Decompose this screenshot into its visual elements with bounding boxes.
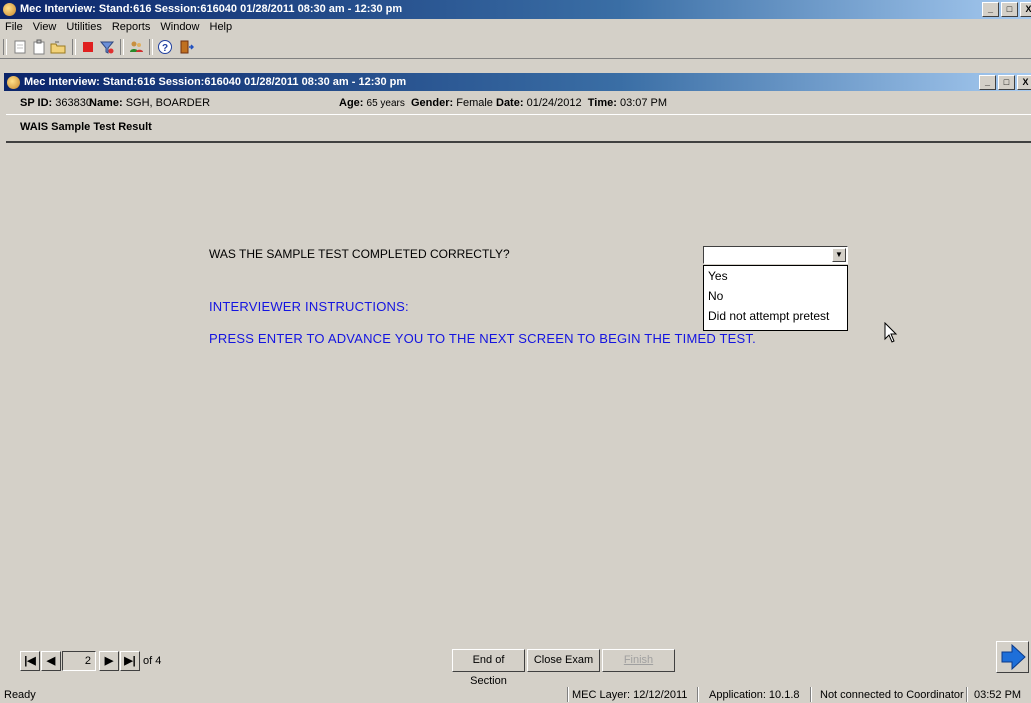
menu-file[interactable]: File	[0, 19, 28, 33]
section-title: WAIS Sample Test Result	[20, 121, 152, 133]
menu-view[interactable]: View	[28, 19, 62, 33]
new-icon[interactable]	[12, 39, 28, 55]
inner-minimize-button[interactable]: _	[979, 75, 996, 90]
first-page-button[interactable]: |◀	[20, 651, 40, 671]
finish-button[interactable]: Finish	[602, 649, 675, 672]
inner-close-button[interactable]: X	[1017, 75, 1031, 90]
name-label: Name:	[89, 97, 123, 109]
toolbar: ?	[0, 36, 1031, 59]
menu-window[interactable]: Window	[155, 19, 204, 33]
previous-page-button[interactable]: ◀	[41, 651, 61, 671]
page-number-field[interactable]: 2	[62, 651, 96, 671]
inner-maximize-button[interactable]: □	[998, 75, 1015, 90]
interview-window	[4, 73, 1031, 693]
filter-icon[interactable]	[99, 39, 115, 55]
answer-dropdown-list: Yes No Did not attempt pretest	[703, 265, 848, 331]
toolbar-separator	[72, 39, 76, 55]
inner-title-bar: Mec Interview: Stand:616 Session:616040 …	[4, 73, 1031, 91]
toolbar-grip	[3, 39, 7, 55]
status-mec-layer: MEC Layer: 12/12/2011	[572, 689, 688, 701]
maximize-button[interactable]: □	[1001, 2, 1018, 17]
participant-info-bar: SP ID: 363830 Name: SGH, BOARDER Age: 65…	[6, 92, 1031, 114]
option-no[interactable]: No	[704, 286, 847, 306]
age-value: 65 years	[366, 98, 405, 109]
menu-reports[interactable]: Reports	[107, 19, 156, 33]
clipboard-icon[interactable]	[31, 39, 47, 55]
answer-dropdown[interactable]: ▼	[703, 246, 848, 264]
section-header: WAIS Sample Test Result	[6, 114, 1031, 143]
sp-id-value: 363830	[55, 97, 92, 109]
next-page-button[interactable]: ▶	[99, 651, 119, 671]
name-value: SGH, BOARDER	[125, 97, 211, 109]
gender-label: Gender:	[411, 97, 454, 109]
question-label: WAS THE SAMPLE TEST COMPLETED CORRECTLY?	[209, 247, 510, 261]
date-label: Date:	[496, 97, 524, 109]
chevron-down-icon[interactable]: ▼	[832, 248, 846, 262]
page-total-label: of 4	[143, 655, 162, 667]
instructions-body: PRESS ENTER TO ADVANCE YOU TO THE NEXT S…	[209, 331, 756, 346]
date-value: 01/24/2012	[526, 97, 582, 109]
arrow-right-icon	[1001, 643, 1026, 671]
sp-id-label: SP ID:	[20, 97, 53, 109]
svg-text:?: ?	[162, 43, 168, 54]
advance-button[interactable]	[996, 641, 1029, 673]
status-separator	[697, 687, 699, 702]
outer-window-title: Mec Interview: Stand:616 Session:616040 …	[20, 3, 403, 15]
users-icon[interactable]	[128, 39, 144, 55]
status-application: Application: 10.1.8	[709, 689, 800, 701]
minimize-button[interactable]: _	[982, 2, 999, 17]
option-yes[interactable]: Yes	[704, 266, 847, 286]
status-clock: 03:52 PM	[974, 689, 1022, 701]
time-value: 03:07 PM	[619, 97, 668, 109]
app-icon	[7, 76, 20, 89]
exit-door-icon[interactable]	[178, 39, 194, 55]
status-separator	[567, 687, 569, 702]
toolbar-separator	[120, 39, 124, 55]
inner-window-title: Mec Interview: Stand:616 Session:616040 …	[24, 76, 407, 88]
status-ready: Ready	[4, 689, 36, 701]
option-did-not-attempt[interactable]: Did not attempt pretest	[704, 306, 847, 326]
last-page-button[interactable]: ▶|	[120, 651, 140, 671]
status-separator	[966, 687, 968, 702]
status-bar: Ready MEC Layer: 12/12/2011 Application:…	[0, 686, 1031, 703]
menu-utilities[interactable]: Utilities	[61, 19, 106, 33]
outer-title-bar: Mec Interview: Stand:616 Session:616040 …	[0, 0, 1031, 19]
menu-help[interactable]: Help	[205, 19, 238, 33]
mouse-pointer-icon	[884, 322, 898, 343]
instructions-heading: INTERVIEWER INSTRUCTIONS:	[209, 299, 409, 314]
gender-value: Female	[456, 97, 493, 109]
stop-icon[interactable]	[80, 39, 96, 55]
close-button[interactable]: X	[1020, 2, 1031, 17]
end-of-section-button[interactable]: End of Section	[452, 649, 525, 687]
app-icon	[3, 3, 16, 16]
status-separator	[810, 687, 812, 702]
help-icon[interactable]: ?	[157, 39, 173, 55]
age-label: Age:	[339, 97, 364, 109]
time-label: Time:	[587, 97, 617, 109]
menu-bar: File View Utilities Reports Window Help	[0, 19, 1031, 36]
status-coordinator: Not connected to Coordinator	[820, 689, 964, 701]
toolbar-separator	[149, 39, 153, 55]
close-exam-button[interactable]: Close Exam	[527, 649, 600, 672]
open-folder-icon[interactable]	[50, 39, 66, 55]
